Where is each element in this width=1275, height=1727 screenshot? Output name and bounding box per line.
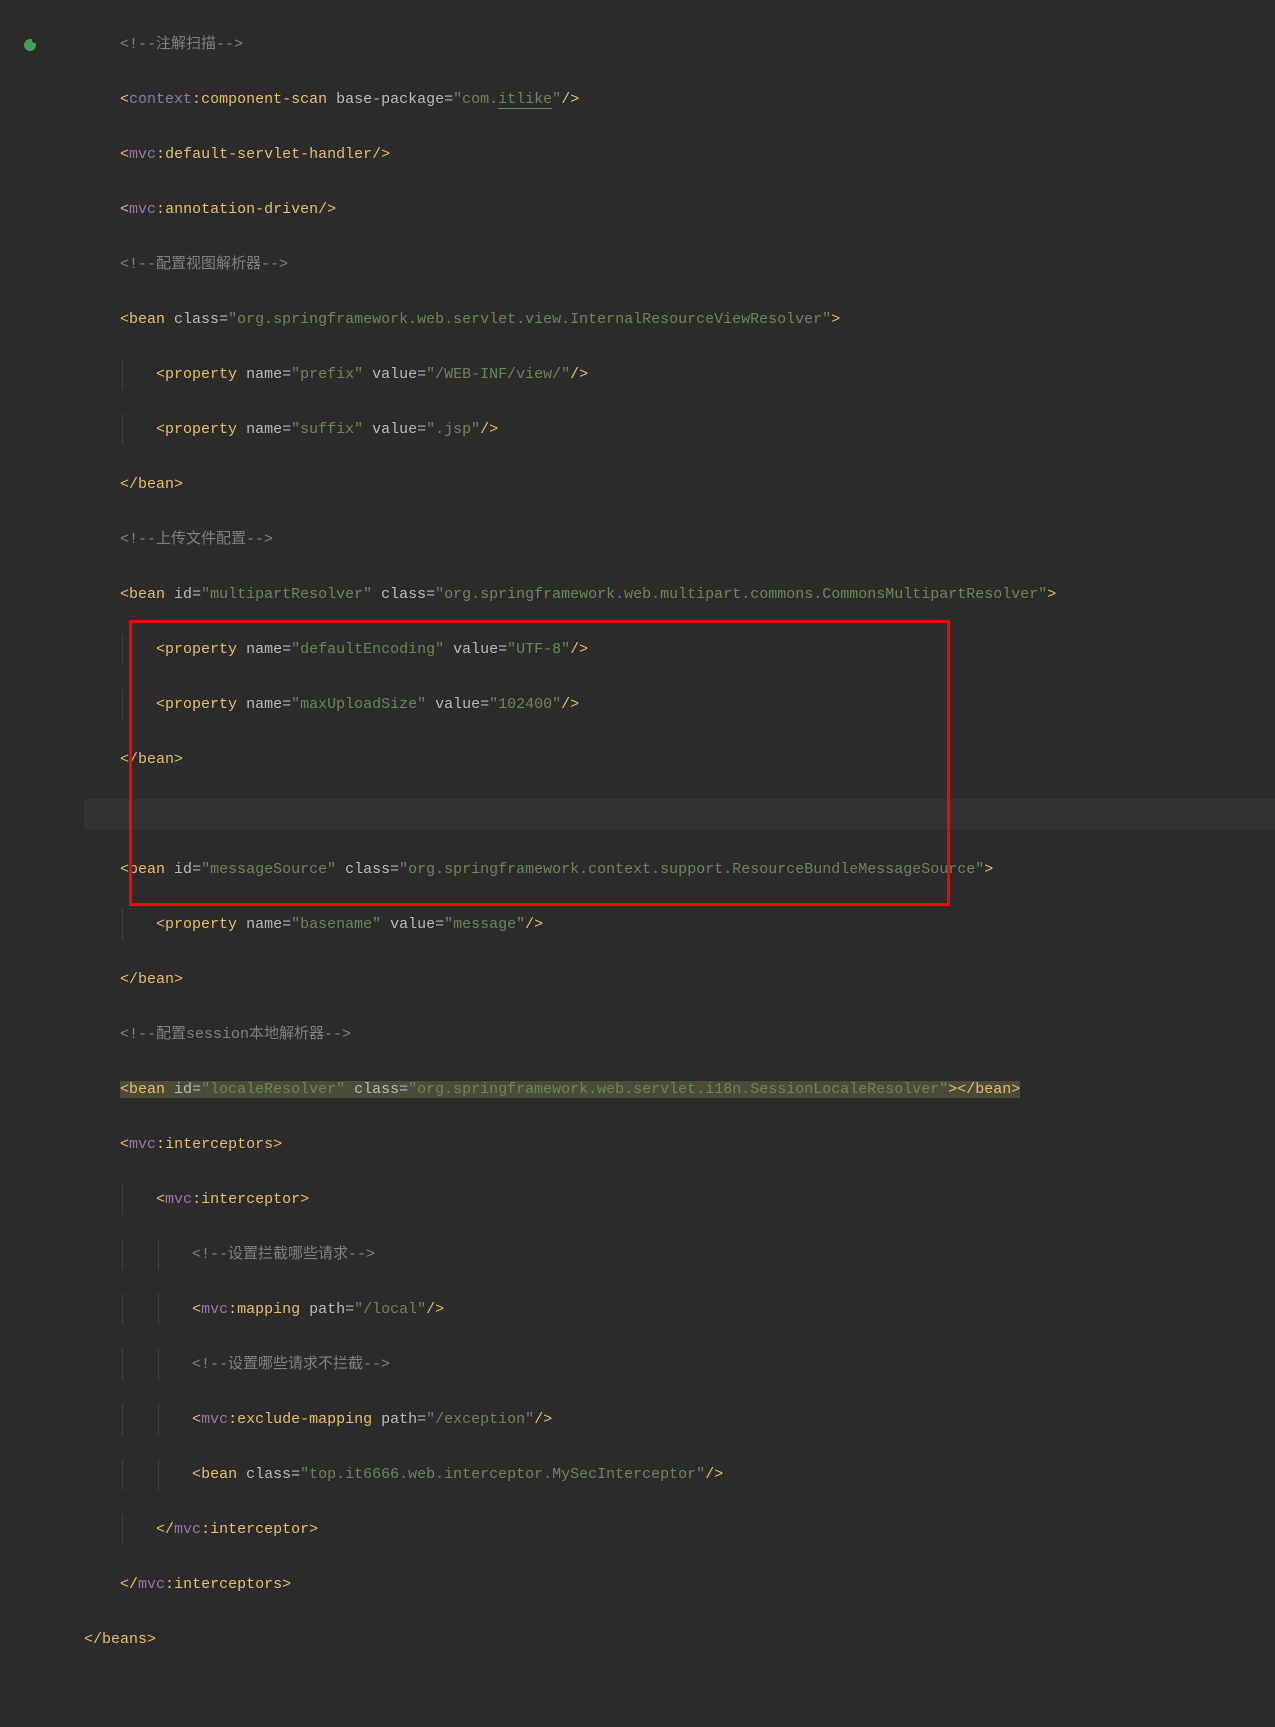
editor-gutter [0, 0, 84, 947]
code-line[interactable]: <context:component-scan base-package="co… [84, 84, 1275, 115]
code-editor[interactable]: <!--注解扫描--> <context:component-scan base… [0, 0, 1275, 947]
code-line[interactable]: <property name="maxUploadSize" value="10… [84, 689, 1275, 720]
xml-comment: <!--配置视图解析器--> [120, 256, 288, 273]
code-line[interactable]: <bean id="messageSource" class="org.spri… [84, 854, 1275, 885]
xml-comment: <!--上传文件配置--> [120, 531, 273, 548]
code-line[interactable]: </bean> [84, 964, 1275, 995]
code-line[interactable]: </bean> [84, 744, 1275, 775]
code-line[interactable]: <!--注解扫描--> [84, 29, 1275, 60]
code-line[interactable]: </bean> [84, 469, 1275, 500]
code-line[interactable]: <property name="prefix" value="/WEB-INF/… [84, 359, 1275, 390]
code-line[interactable]: </beans> [84, 1624, 1275, 1655]
code-line[interactable]: <!--配置session本地解析器--> [84, 1019, 1275, 1050]
xml-comment: <!--注解扫描--> [120, 36, 243, 53]
xml-comment: <!--配置session本地解析器--> [120, 1026, 351, 1043]
code-line[interactable]: <bean class="org.springframework.web.ser… [84, 304, 1275, 335]
code-line[interactable]: <property name="defaultEncoding" value="… [84, 634, 1275, 665]
code-line[interactable]: <mvc:mapping path="/local"/> [84, 1294, 1275, 1325]
code-area[interactable]: <!--注解扫描--> <context:component-scan base… [84, 0, 1275, 947]
code-line[interactable]: <!--配置视图解析器--> [84, 249, 1275, 280]
code-line[interactable]: <mvc:annotation-driven/> [84, 194, 1275, 225]
code-line[interactable]: <mvc:default-servlet-handler/> [84, 139, 1275, 170]
code-line[interactable]: </mvc:interceptor> [84, 1514, 1275, 1545]
code-line[interactable]: <mvc:interceptor> [84, 1184, 1275, 1215]
code-line[interactable]: <mvc:exclude-mapping path="/exception"/> [84, 1404, 1275, 1435]
code-line[interactable]: <!--设置拦截哪些请求--> [84, 1239, 1275, 1270]
code-line[interactable]: </mvc:interceptors> [84, 1569, 1275, 1600]
code-line[interactable]: <bean id="multipartResolver" class="org.… [84, 579, 1275, 610]
code-line[interactable]: <property name="basename" value="message… [84, 909, 1275, 940]
code-line[interactable]: <bean id="localeResolver" class="org.spr… [84, 1074, 1275, 1105]
code-line[interactable]: <property name="suffix" value=".jsp"/> [84, 414, 1275, 445]
code-line[interactable]: <!--设置哪些请求不拦截--> [84, 1349, 1275, 1380]
code-line[interactable] [84, 799, 1275, 830]
xml-comment: <!--设置哪些请求不拦截--> [192, 1356, 390, 1373]
code-line[interactable]: <bean class="top.it6666.web.interceptor.… [84, 1459, 1275, 1490]
code-line[interactable]: <!--上传文件配置--> [84, 524, 1275, 555]
xml-comment: <!--设置拦截哪些请求--> [192, 1246, 375, 1263]
code-line[interactable]: <mvc:interceptors> [84, 1129, 1275, 1160]
spring-bean-icon[interactable] [24, 39, 36, 51]
